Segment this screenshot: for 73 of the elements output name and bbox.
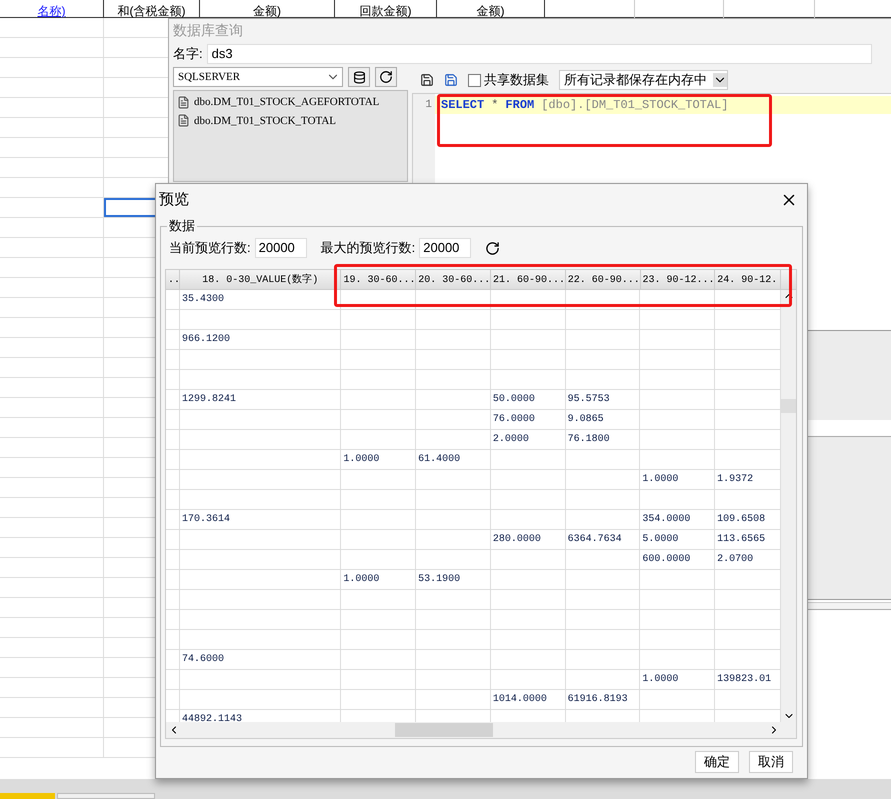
- horizontal-scrollbar[interactable]: [166, 722, 796, 738]
- name-label: 名字:: [173, 45, 203, 64]
- header-text: 和(含税金额): [118, 4, 186, 18]
- share-label: 共享数据集: [484, 71, 549, 90]
- save-icon: [420, 73, 434, 87]
- refresh-button[interactable]: [375, 67, 397, 87]
- column-header[interactable]: 22. 60-90...: [566, 270, 640, 290]
- table-cell-text: 354.0000: [642, 513, 690, 527]
- current-rows-label: 当前预览行数:: [169, 239, 251, 258]
- storage-mode-select[interactable]: 所有记录都保存在内存中: [559, 70, 728, 90]
- table-cell-text: 35.4300: [182, 293, 224, 307]
- table-icon: [177, 96, 190, 109]
- table-cell-text: 9.0865: [568, 413, 604, 427]
- column-header[interactable]: 23. 90-12...: [640, 270, 716, 290]
- table-item[interactable]: dbo.DM_T01_STOCK_AGEFORTOTAL: [177, 94, 404, 110]
- name-field[interactable]: ds3: [206, 44, 872, 64]
- vertical-scrollbar[interactable]: [781, 290, 796, 722]
- table-cell-text: 76.1800: [568, 433, 610, 447]
- current-rows-field[interactable]: 20000: [254, 238, 307, 258]
- column-header[interactable]: 21. 60-90...: [490, 270, 566, 290]
- header-text: 金额): [476, 4, 504, 18]
- table-cell-text: 44892.1143: [182, 713, 242, 722]
- dialog-title: 数据库查询: [173, 20, 243, 40]
- table-cell-text: 5.0000: [642, 533, 678, 547]
- column-header[interactable]: ..: [166, 270, 180, 290]
- table-cell-text: 61916.8193: [568, 693, 628, 707]
- table-cell-text: 280.0000: [492, 533, 541, 547]
- table-cell-text: 74.6000: [182, 653, 224, 667]
- table-cell-text: 1.0000: [642, 673, 678, 687]
- table-cell-text: 6364.7634: [568, 533, 622, 547]
- table-cell-text: 2.0000: [492, 433, 529, 447]
- table-cell-text: 1.0000: [343, 573, 380, 587]
- table-cell-text: 966.1200: [182, 333, 230, 347]
- table-cell-text: 600.0000: [642, 553, 690, 567]
- column-header[interactable]: 18. 0-30_VALUE(数字): [180, 270, 342, 290]
- header-text: 回款金额): [360, 4, 412, 18]
- ok-button[interactable]: 确定: [695, 751, 739, 773]
- database-icon: [352, 70, 366, 84]
- refresh-icon[interactable]: [485, 240, 500, 256]
- table-cell-text: 61.4000: [418, 453, 460, 467]
- table-cell-text: 76.0000: [492, 413, 535, 427]
- dialog-title: 预览: [159, 190, 189, 210]
- edit-connection-button[interactable]: [348, 67, 370, 87]
- scroll-thumb[interactable]: [395, 723, 493, 737]
- table-cell-text: 1.9372: [717, 473, 754, 487]
- share-checkbox[interactable]: [468, 74, 481, 86]
- refresh-icon: [379, 70, 393, 84]
- cancel-button[interactable]: 取消: [749, 751, 793, 773]
- table-cell-text: 1014.0000: [492, 693, 547, 707]
- table-cell-text: 109.6508: [717, 513, 766, 527]
- table-cell-text: 1.0000: [642, 473, 678, 487]
- table-cell-text: 53.1900: [418, 573, 460, 587]
- table-cell-text: 170.3614: [182, 513, 230, 527]
- datasource-select[interactable]: SQLSERVER: [173, 67, 343, 87]
- table-item[interactable]: dbo.DM_T01_STOCK_TOTAL: [177, 112, 404, 129]
- save-icon: [444, 73, 458, 87]
- table-cell-text: 95.5753: [568, 393, 610, 407]
- table-cell-text: 113.6565: [717, 533, 766, 547]
- table-icon: [177, 114, 190, 128]
- table-cell-text: 50.0000: [492, 393, 535, 407]
- max-rows-label: 最大的预览行数:: [320, 239, 416, 258]
- column-header[interactable]: 19. 30-60...: [341, 270, 416, 290]
- table-cell-text: 1299.8241: [182, 393, 236, 407]
- table-cell-text: 2.0700: [717, 553, 754, 567]
- chevron-down-icon: [713, 73, 727, 87]
- scroll-thumb[interactable]: [781, 399, 796, 413]
- header-link[interactable]: 名称): [38, 4, 66, 18]
- max-rows-field[interactable]: 20000: [419, 238, 472, 258]
- table-cell-text: 1.0000: [343, 453, 380, 467]
- header-text: 金额): [253, 4, 281, 18]
- column-header[interactable]: 24. 90-12.: [715, 270, 782, 290]
- column-header[interactable]: 20. 30-60...: [416, 270, 491, 290]
- table-cell-text: 139823.01: [717, 673, 772, 687]
